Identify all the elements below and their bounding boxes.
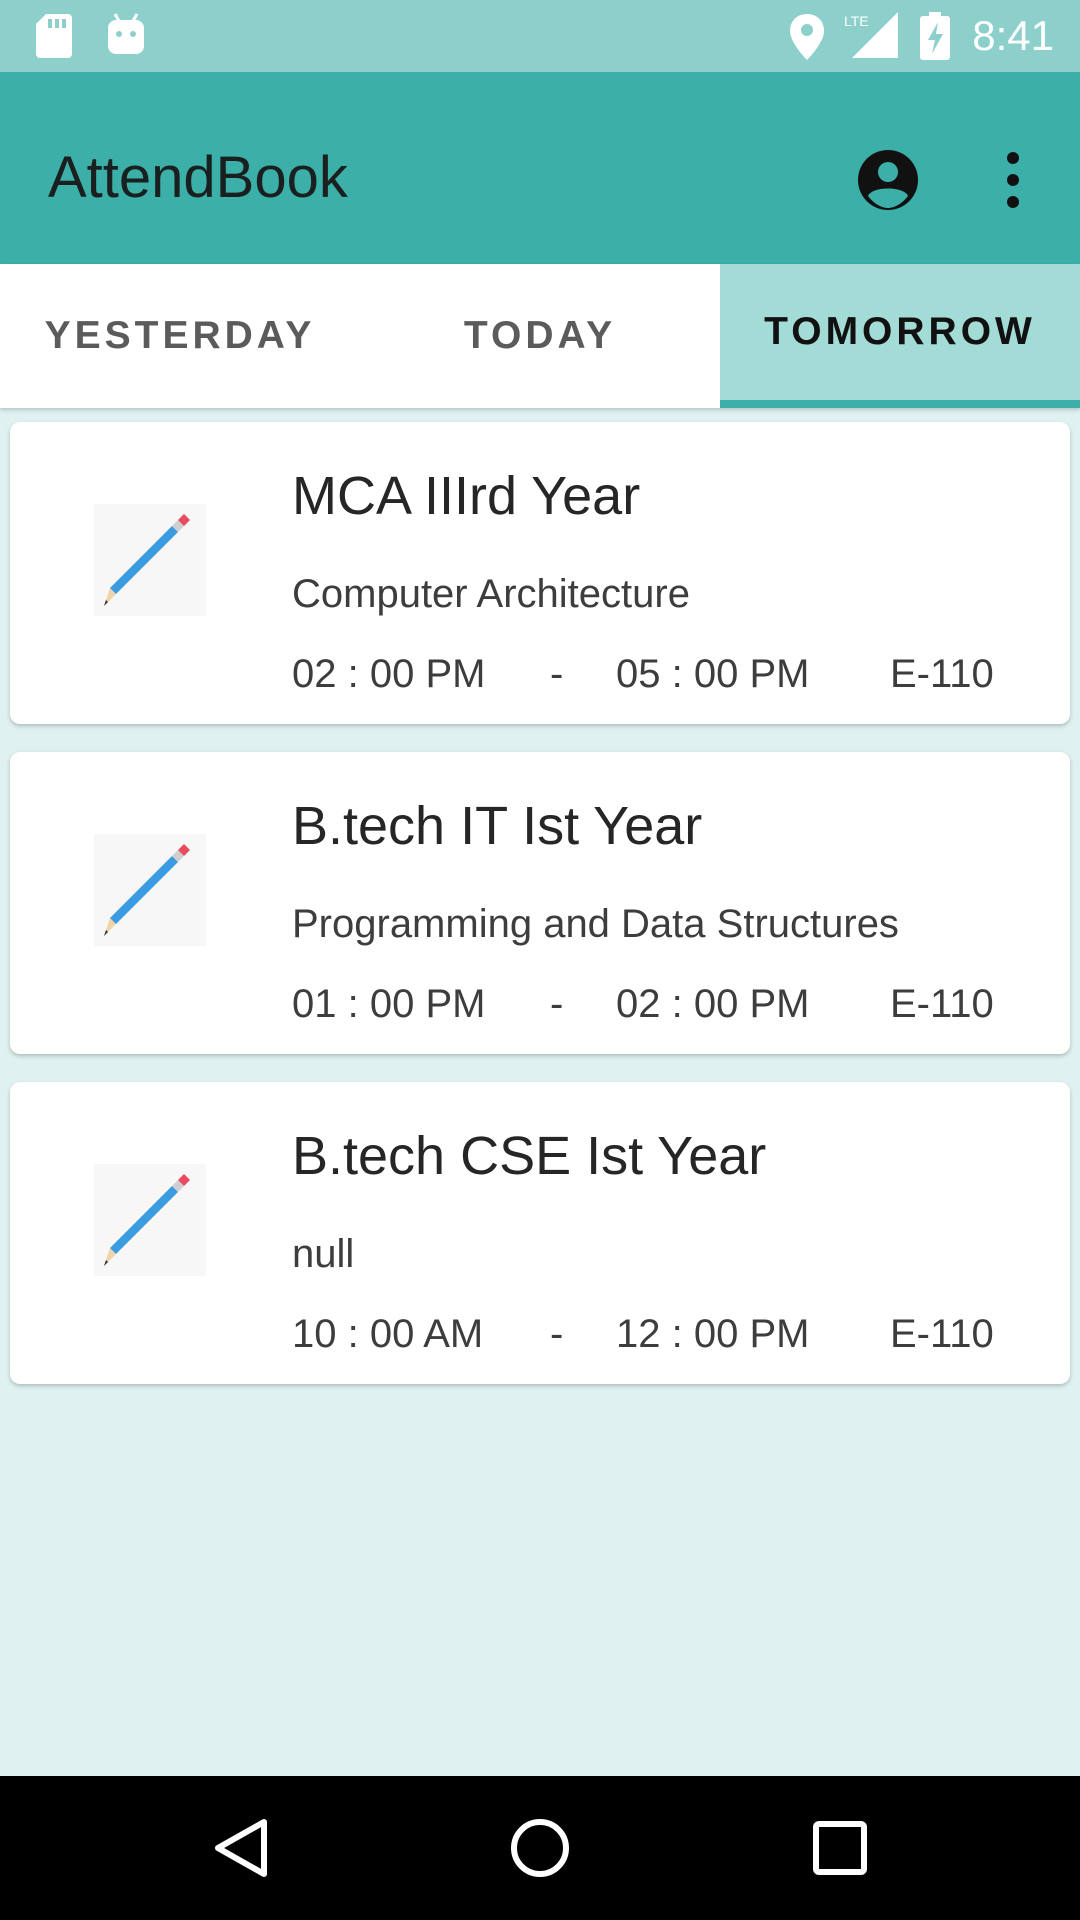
- time-separator: -: [550, 982, 564, 1026]
- room-number: E-110: [890, 982, 994, 1026]
- tab-today[interactable]: TODAY: [360, 264, 720, 408]
- back-icon[interactable]: [210, 1816, 274, 1880]
- pencil-icon: [94, 834, 206, 946]
- start-time: 02 : 00 PM: [292, 652, 486, 696]
- room-number: E-110: [890, 652, 994, 696]
- tab-bar: YESTERDAY TODAY TOMORROW: [0, 264, 1080, 408]
- battery-charging-icon: [920, 12, 950, 60]
- class-subject: null: [292, 1232, 355, 1276]
- room-number: E-110: [890, 1312, 994, 1356]
- home-icon[interactable]: [508, 1816, 572, 1880]
- class-card[interactable]: B.tech IT Ist Year Programming and Data …: [10, 752, 1070, 1054]
- pencil-icon: [94, 504, 206, 616]
- pencil-icon: [94, 1164, 206, 1276]
- class-card[interactable]: B.tech CSE Ist Year null 10 : 00 AM - 12…: [10, 1082, 1070, 1384]
- class-title: MCA IIIrd Year: [292, 466, 641, 526]
- time-separator: -: [550, 652, 564, 696]
- sd-card-icon: [36, 14, 72, 58]
- tab-tomorrow[interactable]: TOMORROW: [720, 264, 1080, 408]
- lte-signal-icon: LTE: [844, 12, 898, 58]
- status-bar: LTE 8:41: [0, 0, 1080, 72]
- class-title: B.tech CSE Ist Year: [292, 1126, 767, 1186]
- start-time: 01 : 00 PM: [292, 982, 486, 1026]
- recents-icon[interactable]: [808, 1816, 872, 1880]
- status-time: 8:41: [972, 12, 1054, 59]
- class-title: B.tech IT Ist Year: [292, 796, 703, 856]
- class-subject: Programming and Data Structures: [292, 902, 899, 946]
- tab-yesterday[interactable]: YESTERDAY: [0, 264, 360, 408]
- class-subject: Computer Architecture: [292, 572, 690, 616]
- end-time: 05 : 00 PM: [616, 652, 810, 696]
- time-separator: -: [550, 1312, 564, 1356]
- android-icon: [108, 13, 144, 54]
- end-time: 02 : 00 PM: [616, 982, 810, 1026]
- navigation-bar: [0, 1776, 1080, 1920]
- class-card[interactable]: MCA IIIrd Year Computer Architecture 02 …: [10, 422, 1070, 724]
- end-time: 12 : 00 PM: [616, 1312, 810, 1356]
- start-time: 10 : 00 AM: [292, 1312, 484, 1356]
- account-circle-icon[interactable]: [856, 148, 920, 212]
- app-title: AttendBook: [48, 145, 348, 210]
- svg-text:LTE: LTE: [844, 13, 869, 29]
- location-icon: [790, 14, 824, 60]
- more-vert-icon[interactable]: [995, 148, 1031, 212]
